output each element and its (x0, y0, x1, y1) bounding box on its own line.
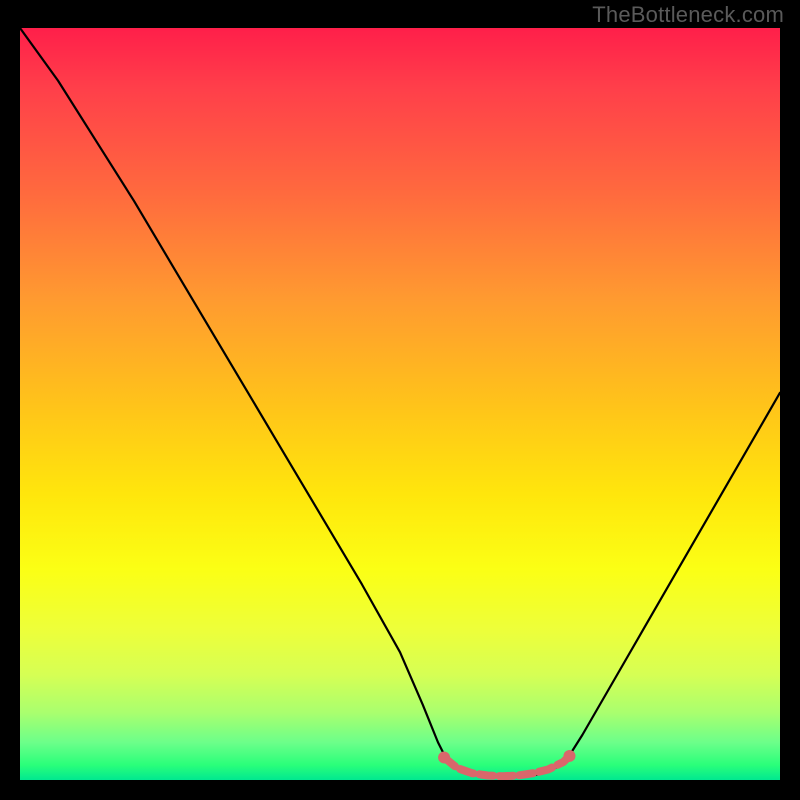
watermark-label: TheBottleneck.com (592, 2, 784, 28)
optimum-endpoint (563, 750, 575, 762)
chart-frame: TheBottleneck.com (0, 0, 800, 800)
optimum-endpoint (438, 751, 450, 763)
marker-layer (20, 28, 780, 780)
plot-area (20, 28, 780, 780)
optimum-markers (438, 750, 575, 776)
optimum-band (444, 756, 569, 776)
